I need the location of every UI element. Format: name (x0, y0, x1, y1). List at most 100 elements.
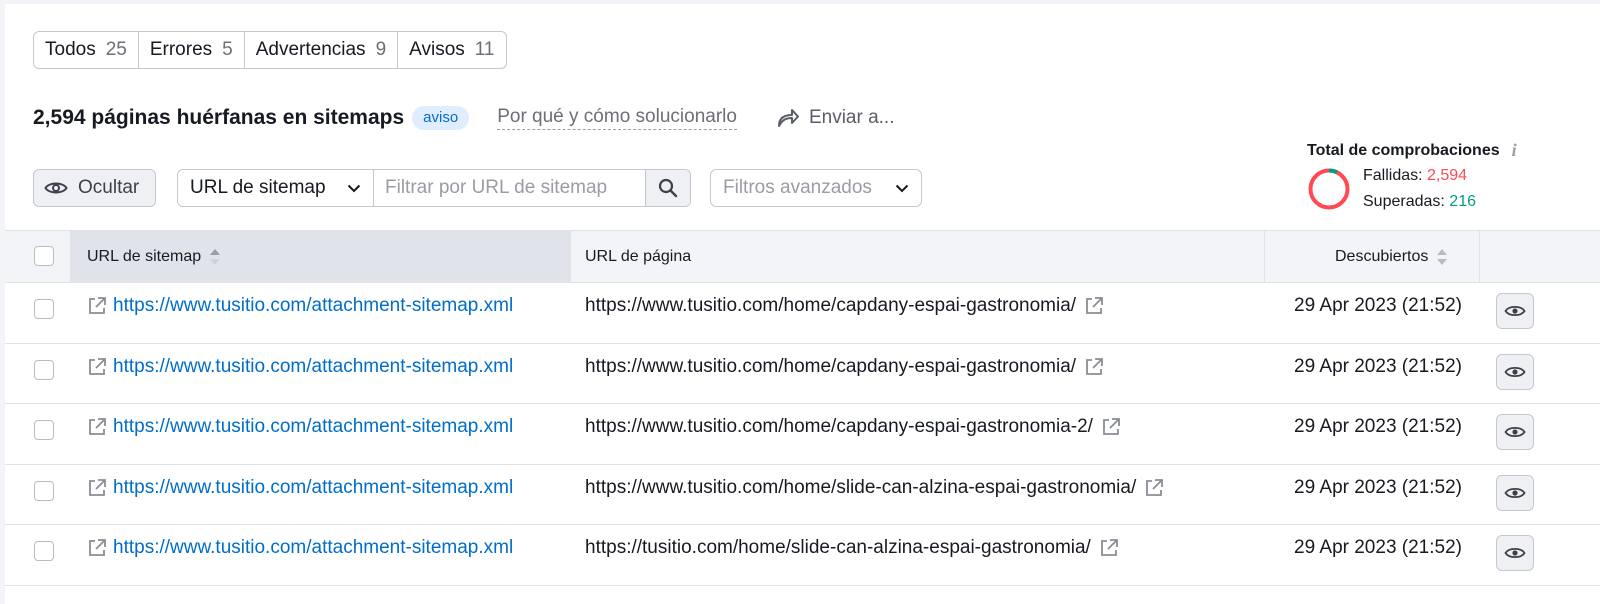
discovered-date: 29 Apr 2023 (21:52) (1294, 295, 1462, 316)
info-icon[interactable]: i (1512, 140, 1517, 161)
external-link-icon[interactable] (1101, 417, 1121, 437)
external-link-icon[interactable] (1144, 478, 1164, 498)
sitemap-url-link[interactable]: https://www.tusitio.com/attachment-sitem… (87, 295, 513, 317)
hide-row-button[interactable] (1496, 535, 1534, 571)
sitemap-url: https://www.tusitio.com/attachment-sitem… (113, 476, 514, 498)
chevron-down-icon (895, 184, 909, 192)
discovered-date: 29 Apr 2023 (21:52) (1294, 476, 1462, 498)
send-to-button[interactable]: Enviar a... (777, 107, 895, 129)
issue-title: 2,594 páginas huérfanas en sitemaps (33, 106, 405, 129)
page-url-cell: https://www.tusitio.com/home/capdany-esp… (585, 416, 1121, 438)
page-url: https://www.tusitio.com/home/slide-can-a… (585, 476, 1137, 498)
table-row: https://www.tusitio.com/attachment-sitem… (5, 344, 1600, 404)
sort-ascending-icon (210, 249, 221, 265)
table-header: URL de sitemap URL de página Descubierto… (5, 230, 1600, 283)
eye-icon (1504, 426, 1526, 438)
column-header-sitemap-url[interactable]: URL de sitemap (70, 231, 570, 283)
failed-checks: Fallidas: 2,594 (1363, 167, 1467, 185)
checks-summary: Total de comprobaciones i Fallidas: 2,59… (1307, 140, 1537, 210)
sitemap-url-filter-input[interactable] (374, 170, 645, 206)
sort-icon (1437, 249, 1448, 265)
page-url: https://www.tusitio.com/home/capdany-esp… (585, 416, 1093, 437)
row-checkbox[interactable] (34, 480, 54, 501)
tab-label: Avisos (409, 39, 465, 60)
table-row: https://www.tusitio.com/attachment-sitem… (5, 404, 1600, 465)
advanced-filters-label: Filtros avanzados (723, 177, 872, 198)
discovered-date: 29 Apr 2023 (21:52) (1294, 537, 1462, 558)
tab-avisos[interactable]: Avisos 11 (398, 32, 505, 68)
eye-icon (1504, 487, 1526, 498)
eye-icon (1504, 305, 1526, 317)
issue-header: 2,594 páginas huérfanas en sitemaps avis… (33, 102, 895, 134)
row-checkbox[interactable] (34, 359, 54, 380)
sitemap-url: https://www.tusitio.com/attachment-sitem… (113, 537, 514, 558)
severity-tabs: Todos 25 Errores 5 Advertencias 9 Avisos… (33, 31, 507, 69)
page-url: https://tusitio.com/home/slide-can-alzin… (585, 537, 1091, 558)
sitemap-url: https://www.tusitio.com/attachment-sitem… (113, 416, 514, 437)
tab-advertencias[interactable]: Advertencias 9 (245, 32, 399, 68)
tab-label: Todos (45, 39, 96, 60)
column-label: URL de sitemap (87, 248, 202, 265)
select-all-checkbox[interactable] (34, 246, 54, 266)
failed-count: 2,594 (1427, 167, 1468, 184)
search-button[interactable] (645, 170, 690, 206)
sitemap-url: https://www.tusitio.com/attachment-sitem… (113, 295, 514, 316)
tab-label: Advertencias (255, 39, 366, 60)
eye-icon (1504, 366, 1526, 377)
results-table: URL de sitemap URL de página Descubierto… (5, 230, 1600, 586)
share-arrow-icon (777, 109, 799, 127)
row-checkbox[interactable] (34, 299, 54, 319)
sitemap-url-link[interactable]: https://www.tusitio.com/attachment-sitem… (87, 356, 513, 378)
filter-field-select[interactable]: URL de sitemap (178, 170, 374, 206)
table-body: https://www.tusitio.com/attachment-sitem… (5, 283, 1600, 586)
filter-field-value: URL de sitemap (190, 177, 326, 198)
tab-todos[interactable]: Todos 25 (34, 32, 139, 68)
external-link-icon[interactable] (1084, 357, 1104, 377)
page-url-cell: https://www.tusitio.com/home/slide-can-a… (585, 477, 1164, 499)
tab-count: 25 (105, 39, 127, 60)
tab-errores[interactable]: Errores 5 (139, 32, 245, 68)
page-url-cell: https://www.tusitio.com/home/capdany-esp… (585, 295, 1104, 317)
advanced-filters-dropdown[interactable]: Filtros avanzados (710, 169, 922, 207)
passed-checks: Superadas: 216 (1363, 193, 1476, 211)
send-to-label: Enviar a... (808, 107, 895, 128)
hide-row-button[interactable] (1496, 474, 1534, 511)
howto-link[interactable]: Por qué y cómo solucionarlo (497, 106, 737, 130)
hide-row-button[interactable] (1496, 414, 1534, 450)
checks-donut-chart (1308, 168, 1350, 210)
sitemap-url: https://www.tusitio.com/attachment-sitem… (113, 355, 514, 377)
tab-count: 11 (474, 39, 495, 60)
checks-title-row: Total de comprobaciones i (1307, 140, 1537, 161)
tab-count: 5 (222, 39, 233, 60)
column-label: Descubiertos (1335, 248, 1429, 265)
issue-panel: Todos 25 Errores 5 Advertencias 9 Avisos… (5, 4, 1600, 604)
eye-icon (44, 182, 68, 194)
page-url: https://www.tusitio.com/home/capdany-esp… (585, 295, 1077, 316)
column-label: URL de página (585, 248, 692, 265)
sitemap-url-link[interactable]: https://www.tusitio.com/attachment-sitem… (87, 537, 513, 559)
sitemap-url-link[interactable]: https://www.tusitio.com/attachment-sitem… (87, 477, 513, 499)
row-checkbox[interactable] (34, 541, 54, 561)
hide-row-button[interactable] (1496, 293, 1534, 329)
column-header-page-url: URL de página (585, 231, 691, 283)
sitemap-url-link[interactable]: https://www.tusitio.com/attachment-sitem… (87, 416, 513, 438)
column-header-discovered[interactable]: Descubiertos (1335, 231, 1448, 283)
checks-title: Total de comprobaciones (1307, 141, 1500, 159)
hide-button[interactable]: Ocultar (33, 169, 156, 207)
external-link-icon (89, 297, 106, 314)
page-url-cell: https://tusitio.com/home/slide-can-alzin… (585, 537, 1119, 559)
external-link-icon (89, 478, 106, 496)
chevron-down-icon (347, 184, 361, 192)
discovered-date: 29 Apr 2023 (21:52) (1294, 416, 1462, 437)
hide-label: Ocultar (78, 177, 140, 198)
eye-icon (1504, 547, 1526, 559)
tab-label: Errores (149, 39, 213, 60)
external-link-icon (89, 357, 106, 375)
external-link-icon[interactable] (1099, 538, 1119, 558)
page-url: https://www.tusitio.com/home/capdany-esp… (585, 355, 1077, 377)
external-link-icon (89, 418, 106, 435)
external-link-icon[interactable] (1084, 296, 1104, 316)
row-checkbox[interactable] (34, 420, 54, 440)
column-divider (1479, 231, 1480, 283)
hide-row-button[interactable] (1496, 353, 1534, 390)
